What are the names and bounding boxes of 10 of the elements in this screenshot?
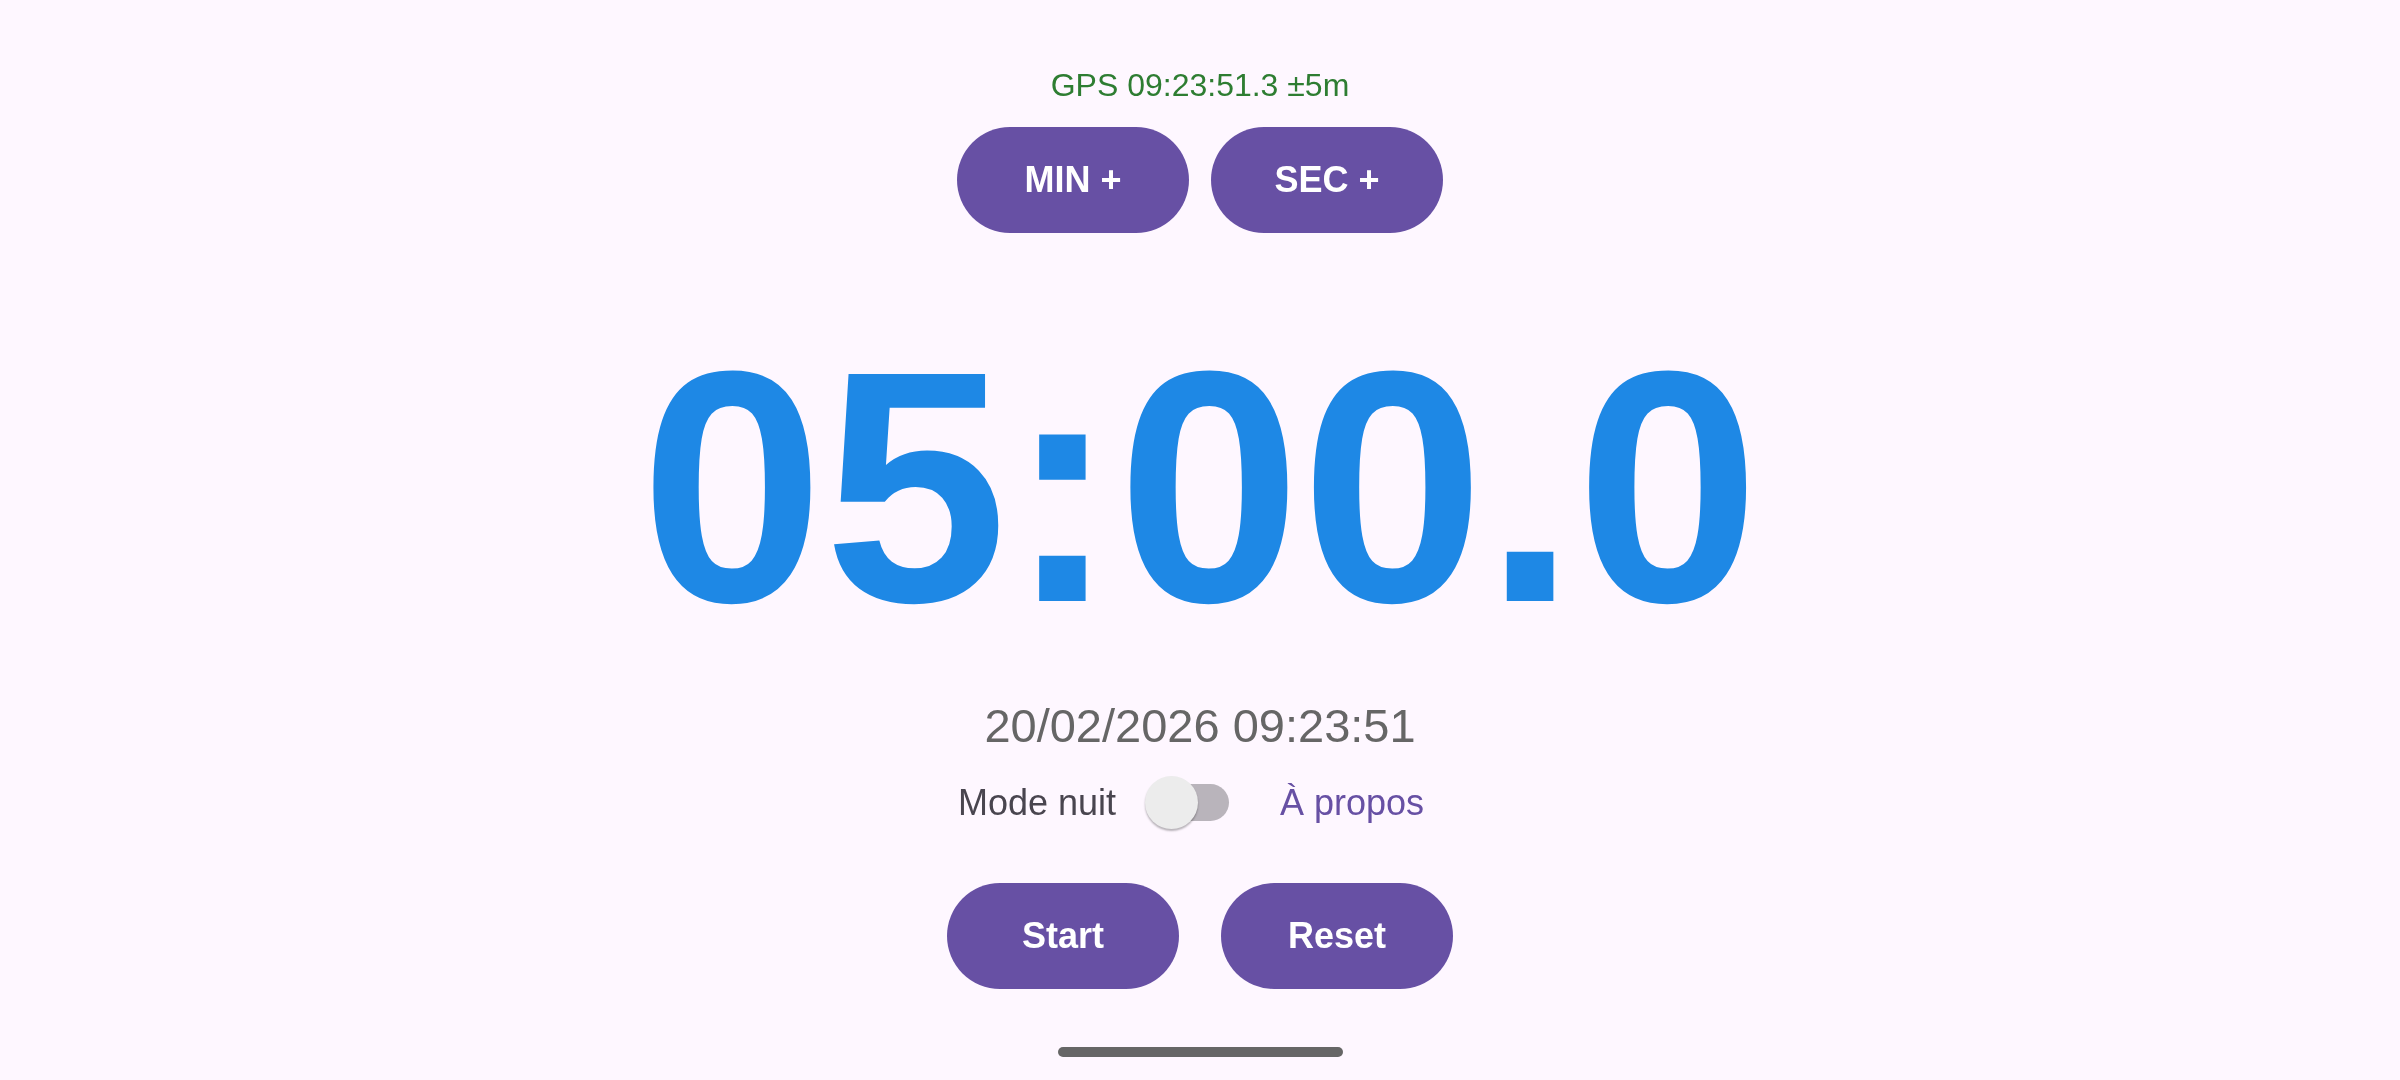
date-time-text: 20/02/2026 09:23:51 xyxy=(984,698,1416,755)
night-mode-switch[interactable] xyxy=(1145,774,1231,832)
about-link[interactable]: À propos xyxy=(1280,782,1425,825)
adjust-button[interactable]: SEC + xyxy=(1211,127,1443,234)
reset-button[interactable]: Reset xyxy=(1221,882,1453,989)
night-mode-label: Mode nuit xyxy=(957,782,1116,825)
start-button[interactable]: Start xyxy=(947,882,1179,989)
gps-status-text: GPS 09:23:51.3 ±5m xyxy=(1050,66,1350,105)
adjust-button[interactable]: MIN + xyxy=(957,127,1189,234)
timer-display: 05:00.0 xyxy=(640,322,1760,653)
